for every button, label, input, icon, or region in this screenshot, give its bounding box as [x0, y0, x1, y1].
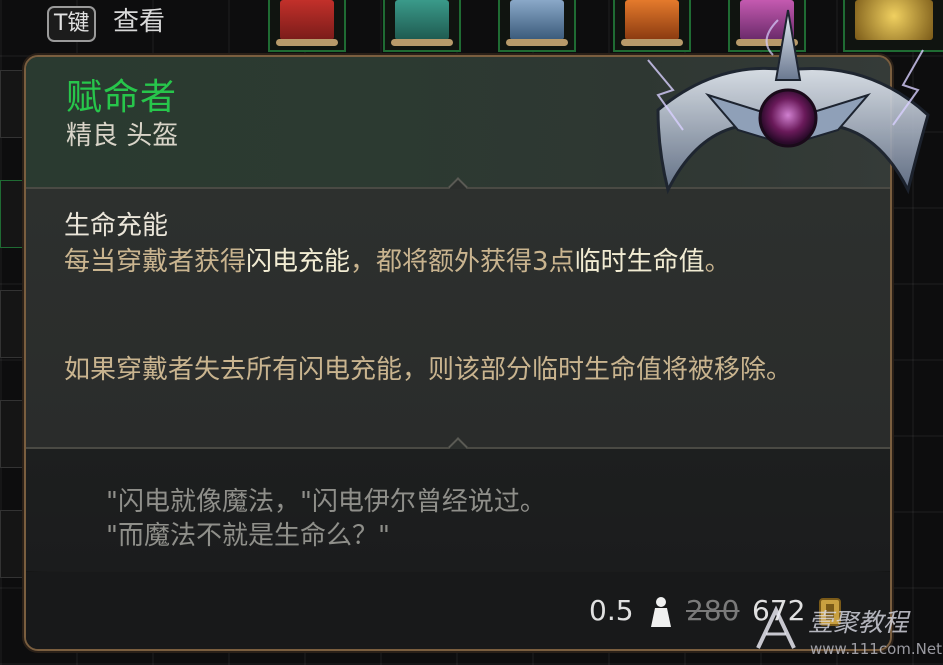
- watermark: 壹聚教程 www.111com.Net: [750, 602, 942, 662]
- passive-description-2: 如果穿戴者失去所有闪电充能，则该部分临时生命值将被移除。: [64, 355, 793, 385]
- teal-scroll-icon[interactable]: [383, 0, 461, 52]
- watermark-brand: 壹聚教程: [808, 608, 909, 637]
- electric-helmet-icon: [647, 9, 930, 195]
- inventory-slot[interactable]: [0, 290, 24, 358]
- view-label: 查看: [113, 7, 166, 37]
- watermark-logo-icon: [756, 605, 796, 649]
- blue-scroll-icon[interactable]: [498, 0, 576, 52]
- item-weight: 0.5: [589, 594, 634, 627]
- red-scroll-icon[interactable]: [268, 0, 346, 52]
- watermark-url: www.111com.Net: [810, 640, 942, 658]
- keyword-lightning-charge[interactable]: 闪电充能: [246, 247, 350, 277]
- inventory-slot[interactable]: [0, 180, 24, 248]
- item-name: 赋命者: [66, 77, 178, 118]
- inventory-slot[interactable]: [0, 70, 24, 138]
- price-original: 280: [686, 594, 740, 627]
- inventory-slot[interactable]: [0, 400, 24, 468]
- keyword-temp-hp[interactable]: 临时生命值: [575, 247, 705, 277]
- weight-icon: [651, 597, 671, 627]
- item-type: 精良 头盔: [66, 121, 179, 151]
- passive-description: 每当穿戴者获得闪电充能，都将额外获得3点临时生命值。: [64, 247, 731, 277]
- t-key-badge[interactable]: T键: [47, 6, 97, 42]
- flavor-quote: "闪电就像魔法，"闪电伊尔曾经说过。 "而魔法不就是生命么？": [106, 487, 546, 551]
- passive-title: 生命充能: [64, 211, 169, 241]
- inventory-slot[interactable]: [0, 510, 24, 578]
